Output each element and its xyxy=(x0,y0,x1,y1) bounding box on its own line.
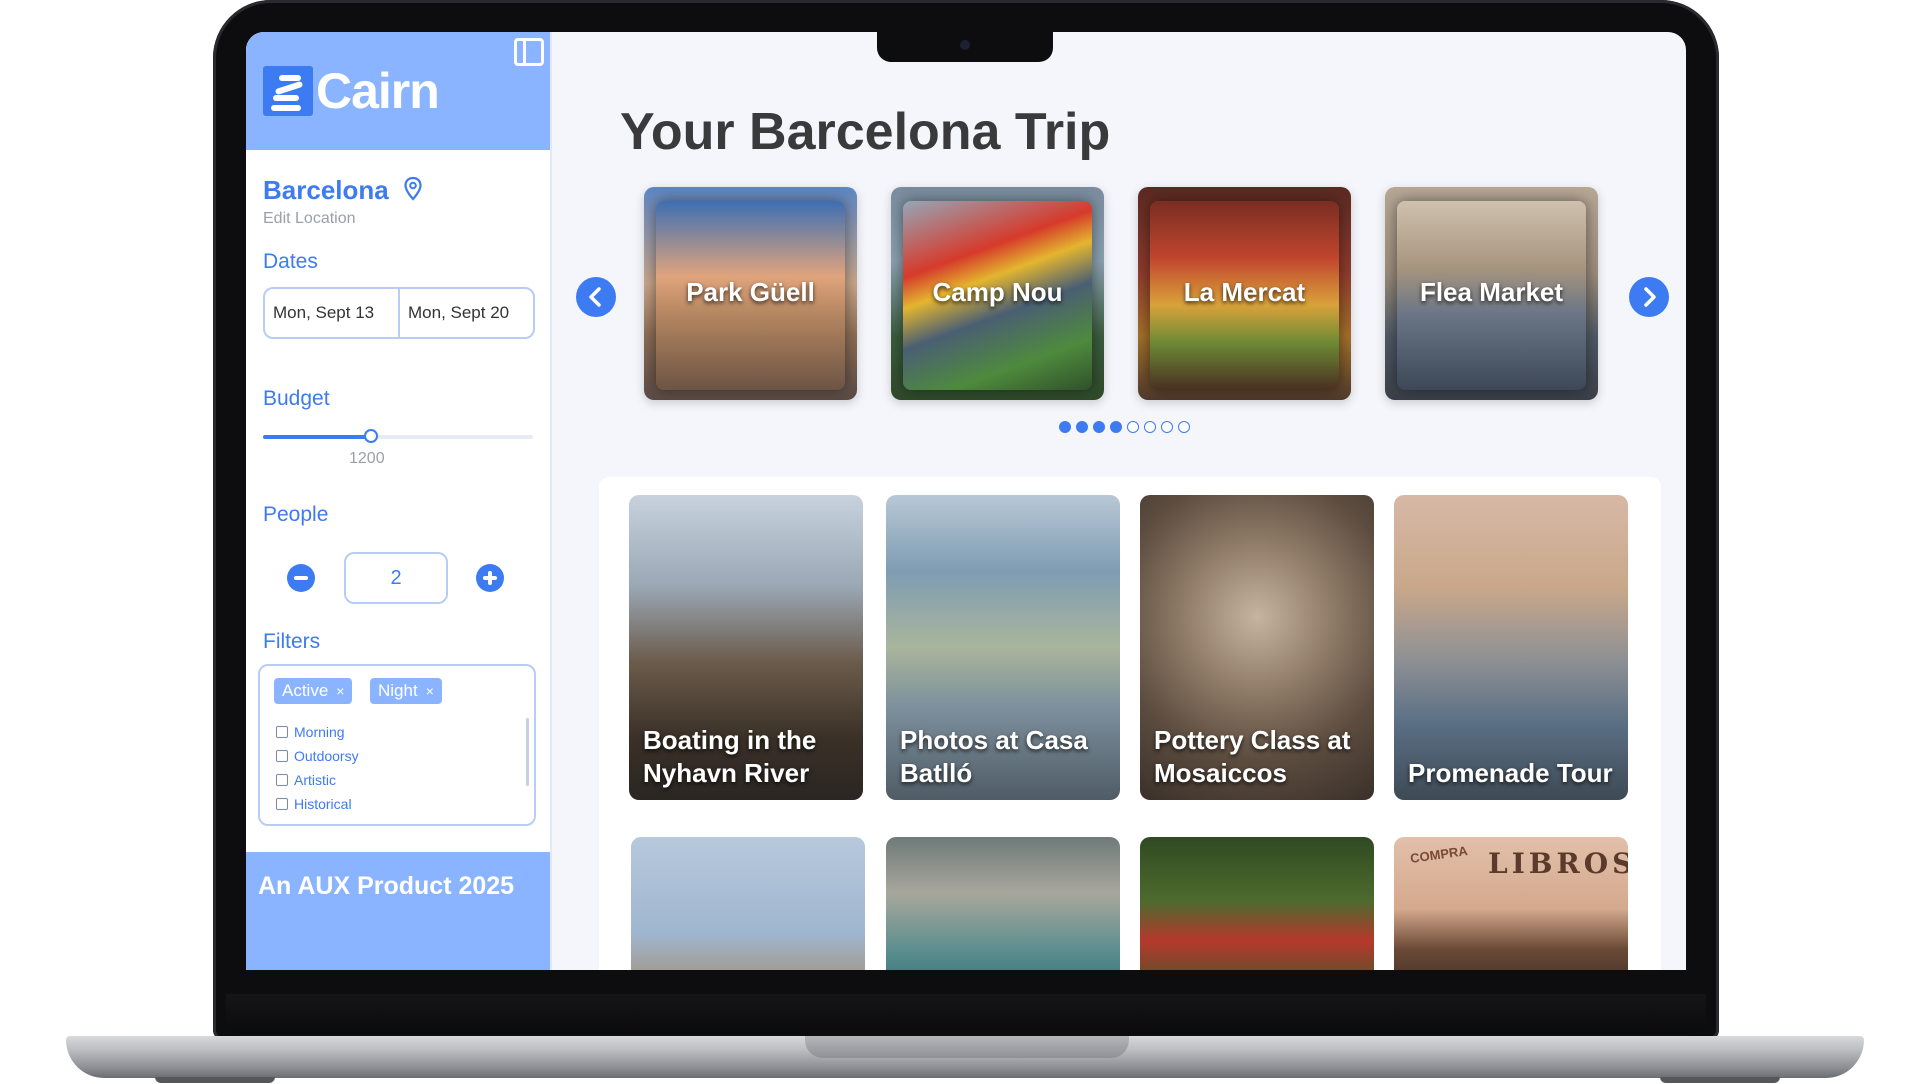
carousel-page-dot[interactable] xyxy=(1144,421,1156,433)
featured-card-title: La Mercat xyxy=(1183,277,1306,307)
footer-credit: An AUX Product 2025 xyxy=(258,872,515,900)
activity-card-cove[interactable] xyxy=(886,837,1120,970)
activity-card-title: Boating in the Nyhavn River xyxy=(643,725,817,788)
checkbox[interactable] xyxy=(276,774,288,786)
chevron-left-icon xyxy=(589,287,601,307)
start-date-field[interactable]: Mon, Sept 13 xyxy=(265,289,398,337)
sidebar-toggle-icon[interactable] xyxy=(514,38,544,66)
carousel-page-dot[interactable] xyxy=(1178,421,1190,433)
increase-people-button[interactable] xyxy=(476,564,504,592)
end-date-field[interactable]: Mon, Sept 20 xyxy=(398,289,533,337)
filter-option-artistic[interactable]: Artistic xyxy=(276,772,336,788)
filters-panel: Active × Night × Morning Outdoorsy Artis… xyxy=(258,664,536,826)
decrease-people-button[interactable] xyxy=(287,564,315,592)
cairn-logo-icon xyxy=(263,66,313,116)
carousel-page-dot[interactable] xyxy=(1110,421,1122,433)
edit-location-link[interactable]: Edit Location xyxy=(263,210,356,228)
filter-option-historical[interactable]: Historical xyxy=(276,796,352,812)
checkbox[interactable] xyxy=(276,726,288,738)
laptop-foot-left xyxy=(155,1077,275,1083)
page-title: Your Barcelona Trip xyxy=(620,103,1111,161)
featured-card-la-mercat[interactable]: La Mercat xyxy=(1138,187,1351,400)
activity-card-boating[interactable]: Boating in the Nyhavn River xyxy=(629,495,863,800)
app-logo-text: Cairn xyxy=(316,63,440,119)
activity-card-title: Pottery Class at Mosaiccos xyxy=(1154,725,1351,788)
laptop-bottom-bezel xyxy=(226,994,1706,1034)
sidebar: Cairn Barcelona Edit Location Dates Mon,… xyxy=(246,32,552,970)
carousel-page-dot[interactable] xyxy=(1127,421,1139,433)
activity-card-bookshop[interactable]: COMPRA LIBROS xyxy=(1394,837,1628,970)
filter-option-label: Outdoorsy xyxy=(294,748,359,764)
featured-card-camp-nou[interactable]: Camp Nou xyxy=(891,187,1104,400)
filters-label: Filters xyxy=(263,630,321,653)
budget-slider-fill xyxy=(263,435,371,439)
filter-option-label: Historical xyxy=(294,796,352,812)
activity-card-church[interactable] xyxy=(631,837,865,970)
activity-card-pottery[interactable]: Pottery Class at Mosaiccos xyxy=(1140,495,1374,800)
location-name[interactable]: Barcelona xyxy=(263,175,389,206)
sidebar-footer: An AUX Product 2025 xyxy=(246,852,550,970)
filter-option-label: Artistic xyxy=(294,772,336,788)
featured-card-title: Camp Nou xyxy=(932,277,1063,307)
camera-icon xyxy=(960,40,970,50)
filter-chip-label: Active xyxy=(282,681,329,700)
camera-notch xyxy=(877,32,1053,62)
filter-chip-night[interactable]: Night × xyxy=(370,678,442,704)
chevron-right-icon xyxy=(1644,287,1656,307)
date-range-picker: Mon, Sept 13 Mon, Sept 20 xyxy=(263,287,535,339)
laptop-foot-right xyxy=(1660,1077,1780,1083)
featured-card-park-guell[interactable]: Park Güell xyxy=(644,187,857,400)
carousel-pagination xyxy=(1059,421,1190,433)
activity-card-casa-batllo[interactable]: Photos at Casa Batlló xyxy=(886,495,1120,800)
featured-card-title: Park Güell xyxy=(686,277,815,307)
dates-label: Dates xyxy=(263,250,318,273)
budget-value: 1200 xyxy=(349,450,385,467)
remove-filter-icon[interactable]: × xyxy=(336,683,344,699)
filter-option-label: Morning xyxy=(294,724,345,740)
checkbox[interactable] xyxy=(276,798,288,810)
activities-panel: Boating in the Nyhavn River Photos at Ca… xyxy=(599,477,1661,970)
carousel-page-dot[interactable] xyxy=(1076,421,1088,433)
budget-slider[interactable] xyxy=(263,429,533,443)
activity-card-promenade[interactable]: Promenade Tour xyxy=(1394,495,1628,800)
carousel-page-dot[interactable] xyxy=(1059,421,1071,433)
checkbox[interactable] xyxy=(276,750,288,762)
laptop-opening-groove xyxy=(805,1036,1129,1058)
activity-card-title: Photos at Casa Batlló xyxy=(900,725,1088,788)
remove-filter-icon[interactable]: × xyxy=(426,683,434,699)
carousel-page-dot[interactable] xyxy=(1161,421,1173,433)
filter-chip-active[interactable]: Active × xyxy=(274,678,353,704)
filter-option-outdoorsy[interactable]: Outdoorsy xyxy=(276,748,359,764)
activity-card-title: Promenade Tour xyxy=(1408,758,1613,788)
featured-card-flea-market[interactable]: Flea Market xyxy=(1385,187,1598,400)
carousel-next-button[interactable] xyxy=(1629,277,1669,317)
budget-slider-thumb[interactable] xyxy=(364,429,378,443)
carousel-prev-button[interactable] xyxy=(576,277,616,317)
map-pin-icon[interactable] xyxy=(403,176,423,202)
filters-scrollbar[interactable] xyxy=(526,718,529,786)
featured-card-title: Flea Market xyxy=(1419,277,1564,307)
activity-card-parrots[interactable] xyxy=(1140,837,1374,970)
people-label: People xyxy=(263,503,329,526)
budget-label: Budget xyxy=(263,387,330,410)
filter-chip-label: Night xyxy=(378,681,418,700)
bookshop-sign: LIBROS xyxy=(1488,847,1628,880)
app-screen: Cairn Barcelona Edit Location Dates Mon,… xyxy=(246,32,1686,970)
people-count-field[interactable]: 2 xyxy=(344,552,448,604)
bookshop-sign-small: COMPRA xyxy=(1409,843,1469,866)
carousel-page-dot[interactable] xyxy=(1093,421,1105,433)
sidebar-header: Cairn xyxy=(246,32,550,150)
filter-option-morning[interactable]: Morning xyxy=(276,724,345,740)
